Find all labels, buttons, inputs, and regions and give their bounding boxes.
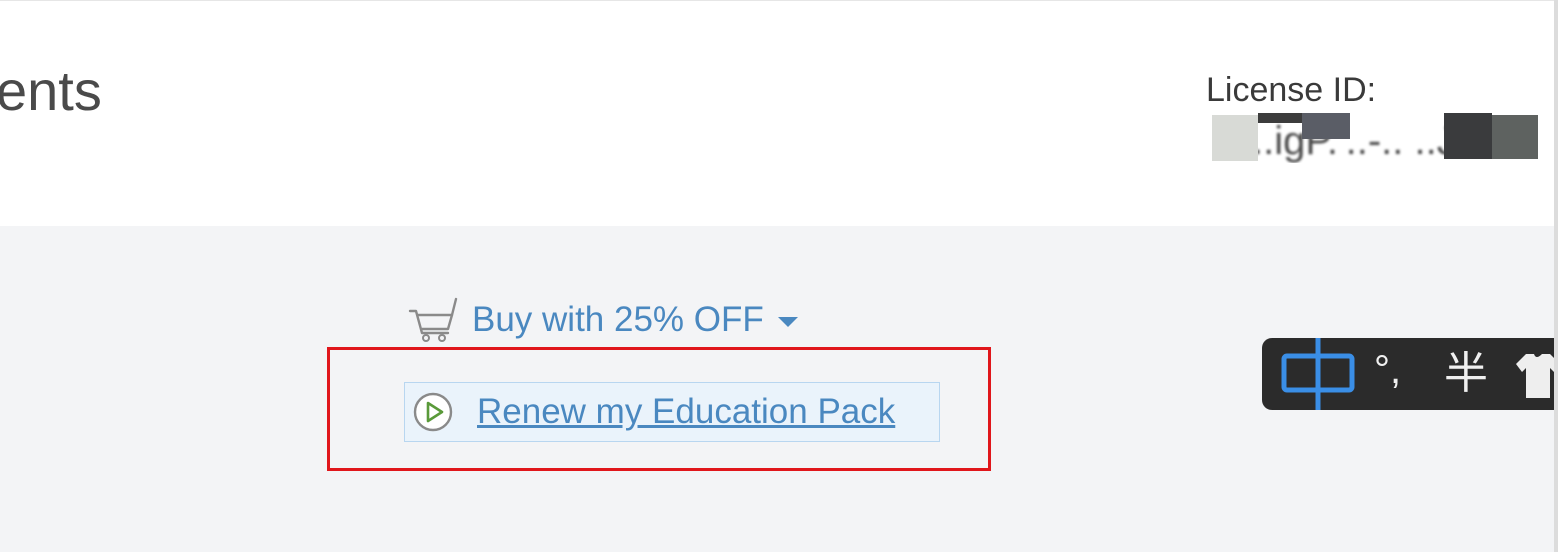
- license-id-label: License ID:: [1206, 71, 1377, 109]
- window-edge: [1554, 0, 1558, 552]
- license-id-value: ..igP.'..-.. ..JM: [1212, 113, 1548, 163]
- redaction-block: [1258, 113, 1302, 123]
- half-width-mode-button[interactable]: 半: [1444, 344, 1488, 404]
- chinese-input-mode-icon[interactable]: [1278, 338, 1358, 410]
- redaction-block: [1492, 115, 1538, 159]
- punctuation-mode-button[interactable]: °,: [1374, 342, 1401, 398]
- page-title: ents: [0, 59, 102, 122]
- redaction-block: [1444, 113, 1492, 159]
- ime-toolbar: 中 °, 半: [1262, 338, 1554, 410]
- redaction-block: [1212, 115, 1258, 161]
- buy-discount-label[interactable]: Buy with 25% OFF: [472, 298, 764, 342]
- buy-discount-link[interactable]: Buy with 25% OFF: [408, 296, 802, 344]
- shopping-cart-icon: [408, 297, 458, 342]
- header-panel: ents License ID: ..igP.'..-.. ..JM: [0, 0, 1554, 226]
- redaction-block: [1302, 113, 1350, 139]
- tshirt-icon[interactable]: [1512, 350, 1554, 398]
- caret-down-icon[interactable]: [774, 313, 802, 331]
- highlight-annotation-box: [327, 347, 991, 471]
